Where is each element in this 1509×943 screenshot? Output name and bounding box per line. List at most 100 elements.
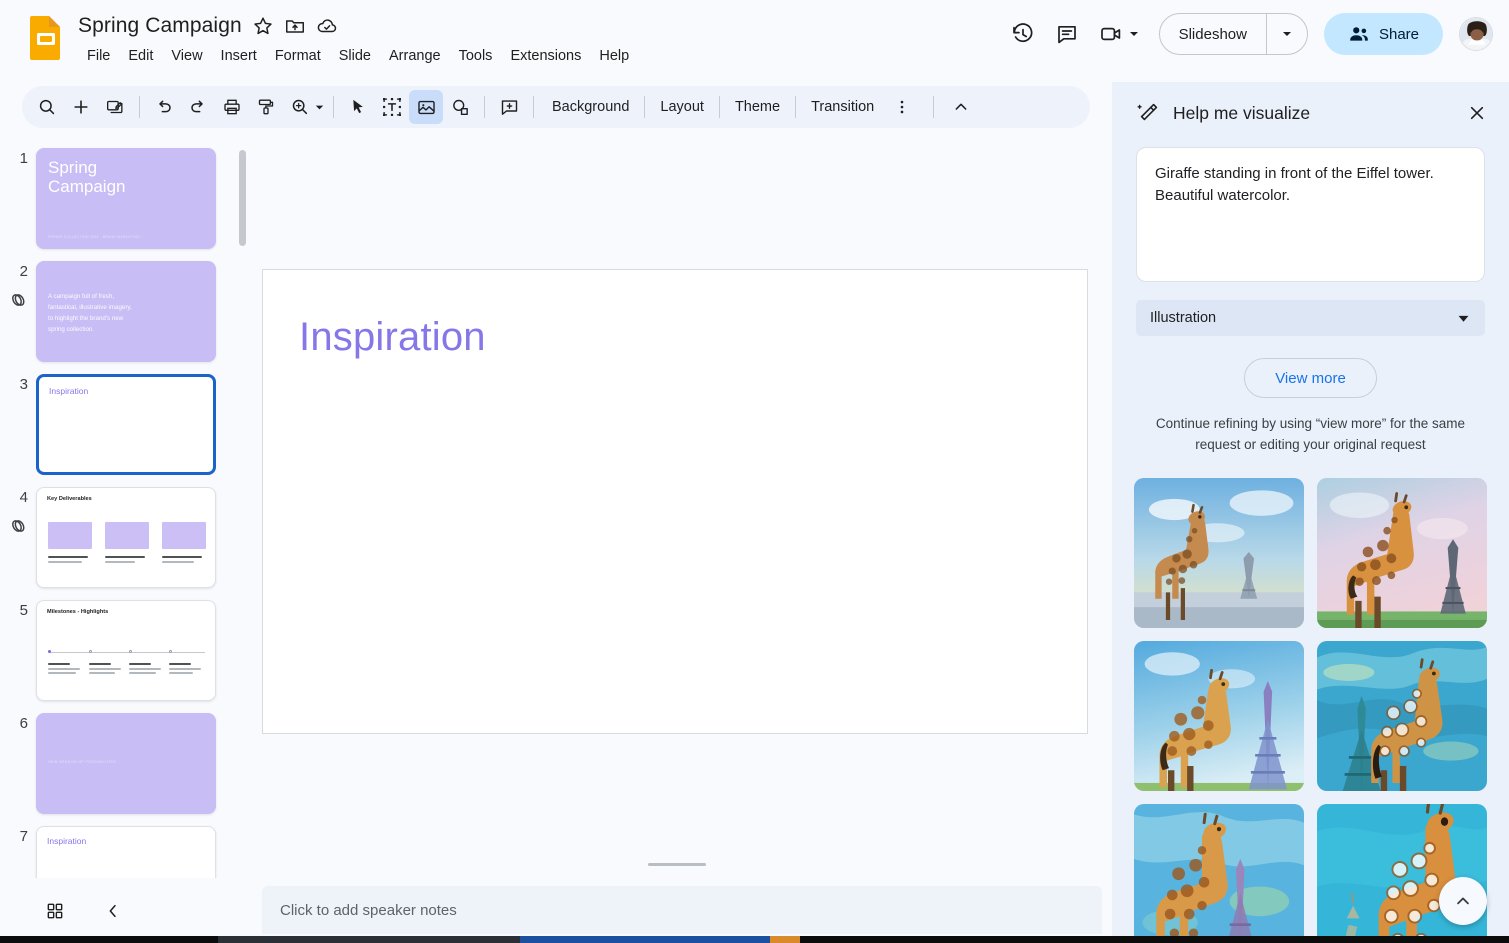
zoom-icon[interactable]: [283, 90, 317, 124]
slide-number: 7: [0, 826, 36, 844]
refine-hint-text: Continue refining by using “view more” f…: [1132, 414, 1489, 456]
add-slide-icon[interactable]: [64, 90, 98, 124]
list-item[interactable]: 1 SpringCampaign SPRING COLLECTION 2024 …: [0, 148, 252, 249]
slide-thumbnail-2[interactable]: A campaign full of fresh,fantastical, il…: [36, 261, 216, 362]
list-item[interactable]: 4 Key Deliverables: [0, 487, 252, 588]
layout-button[interactable]: Layout: [649, 93, 715, 121]
slideshow-options-chevron-down-icon[interactable]: [1267, 14, 1307, 54]
animation-indicator-icon[interactable]: [8, 515, 30, 537]
browser-bottom-strip: [0, 936, 1509, 943]
menu-item-insert[interactable]: Insert: [212, 45, 266, 67]
image-style-value: Illustration: [1150, 310, 1456, 326]
slide-number: 3: [0, 374, 36, 392]
text-box-icon[interactable]: [375, 90, 409, 124]
zoom-chevron-down-icon[interactable]: [313, 101, 326, 114]
list-item[interactable]: 5 Milestones - Highlights: [0, 600, 252, 701]
thumb-subtitle: SPRING COLLECTION 2024 · BRAND MARKETING: [48, 235, 140, 239]
help-me-visualize-panel: Help me visualize Giraffe standing in fr…: [1112, 82, 1509, 943]
thumb-wrap: NEW SEASON OF POSSIBILITIES: [36, 713, 216, 814]
image-style-select[interactable]: Illustration: [1136, 300, 1485, 336]
slide-thumbnail-7[interactable]: Inspiration: [36, 826, 216, 878]
menu-item-extensions[interactable]: Extensions: [501, 45, 590, 67]
menu-item-arrange[interactable]: Arrange: [380, 45, 450, 67]
thumb-title: Key Deliverables: [47, 496, 92, 502]
background-button[interactable]: Background: [541, 93, 640, 121]
panel-title: Help me visualize: [1173, 103, 1459, 124]
canvas-area: Inspiration: [252, 136, 1112, 878]
insert-image-icon[interactable]: [409, 90, 443, 124]
thumb-title: Inspiration: [47, 836, 86, 846]
speaker-notes-input[interactable]: Click to add speaker notes: [262, 886, 1102, 934]
result-image-2[interactable]: [1317, 478, 1487, 628]
divider: [533, 96, 534, 118]
animation-indicator-icon[interactable]: [8, 289, 30, 311]
select-cursor-icon[interactable]: [341, 90, 375, 124]
page-title[interactable]: Spring Campaign: [78, 14, 242, 38]
insert-shape-icon[interactable]: [443, 90, 477, 124]
paint-format-icon[interactable]: [249, 90, 283, 124]
menu-item-format[interactable]: Format: [266, 45, 330, 67]
thumb-wrap: A campaign full of fresh,fantastical, il…: [36, 261, 216, 362]
people-add-icon: [1348, 23, 1370, 45]
divider: [933, 96, 934, 118]
slide-canvas[interactable]: Inspiration: [262, 269, 1088, 734]
slide-thumbnail-4[interactable]: Key Deliverables: [36, 487, 216, 588]
menu-item-view[interactable]: View: [162, 45, 211, 67]
move-to-folder-icon[interactable]: [284, 15, 306, 37]
slideshow-button[interactable]: Slideshow: [1160, 14, 1266, 54]
comment-icon[interactable]: [1045, 12, 1089, 56]
close-icon[interactable]: [1459, 95, 1495, 131]
menu-bar: File Edit View Insert Format Slide Arran…: [78, 45, 638, 67]
slide-title-text[interactable]: Inspiration: [299, 315, 486, 360]
undo-icon[interactable]: [147, 90, 181, 124]
list-item[interactable]: 2 A campaign full of fresh,fantastical, …: [0, 261, 252, 362]
transition-button[interactable]: Transition: [800, 93, 885, 121]
more-options-icon[interactable]: [885, 90, 919, 124]
menu-item-file[interactable]: File: [78, 45, 119, 67]
result-image-1[interactable]: [1134, 478, 1304, 628]
notes-resize-handle[interactable]: [648, 863, 706, 866]
cloud-saved-icon[interactable]: [316, 15, 338, 37]
menu-item-help[interactable]: Help: [590, 45, 638, 67]
slides-logo-icon: [28, 14, 64, 62]
version-history-icon[interactable]: [1001, 12, 1045, 56]
meet-button[interactable]: [1089, 12, 1145, 56]
theme-button[interactable]: Theme: [724, 93, 791, 121]
chevron-left-icon[interactable]: [94, 892, 132, 930]
slide-thumbnail-3[interactable]: Inspiration: [36, 374, 216, 475]
redo-icon[interactable]: [181, 90, 215, 124]
result-image-4[interactable]: [1317, 641, 1487, 791]
avatar[interactable]: [1459, 17, 1493, 51]
zoom-control[interactable]: [283, 90, 326, 124]
divider: [333, 96, 334, 118]
divider: [644, 96, 645, 118]
prompt-input[interactable]: Giraffe standing in front of the Eiffel …: [1136, 147, 1485, 282]
grid-view-icon[interactable]: [36, 892, 74, 930]
new-slide-layout-icon[interactable]: [98, 90, 132, 124]
menu-item-slide[interactable]: Slide: [330, 45, 380, 67]
result-image-5[interactable]: [1134, 804, 1304, 943]
chevron-down-icon[interactable]: [1127, 27, 1141, 41]
list-item[interactable]: 3 Inspiration: [0, 374, 252, 475]
slide-filmstrip[interactable]: 1 SpringCampaign SPRING COLLECTION 2024 …: [0, 136, 252, 878]
print-icon[interactable]: [215, 90, 249, 124]
add-comment-icon[interactable]: [492, 90, 526, 124]
list-item[interactable]: 6 NEW SEASON OF POSSIBILITIES: [0, 713, 252, 814]
result-image-3[interactable]: [1134, 641, 1304, 791]
thumb-wrap: Key Deliverables: [36, 487, 216, 588]
collapse-toolbar-icon[interactable]: [944, 90, 978, 124]
slide-thumbnail-1[interactable]: SpringCampaign SPRING COLLECTION 2024 · …: [36, 148, 216, 249]
slide-thumbnail-5[interactable]: Milestones - Highlights: [36, 600, 216, 701]
slide-thumbnail-6[interactable]: NEW SEASON OF POSSIBILITIES: [36, 713, 216, 814]
menu-item-tools[interactable]: Tools: [450, 45, 502, 67]
slide-number: 2: [0, 261, 36, 279]
search-icon[interactable]: [30, 90, 64, 124]
scroll-to-top-icon[interactable]: [1439, 877, 1487, 925]
view-more-button[interactable]: View more: [1244, 358, 1377, 398]
star-icon[interactable]: [252, 15, 274, 37]
share-button[interactable]: Share: [1324, 13, 1443, 55]
list-item[interactable]: 7 Inspiration: [0, 826, 252, 878]
menu-item-edit[interactable]: Edit: [119, 45, 162, 67]
result-image-grid: [1134, 478, 1487, 943]
slide-number: 1: [0, 148, 36, 166]
